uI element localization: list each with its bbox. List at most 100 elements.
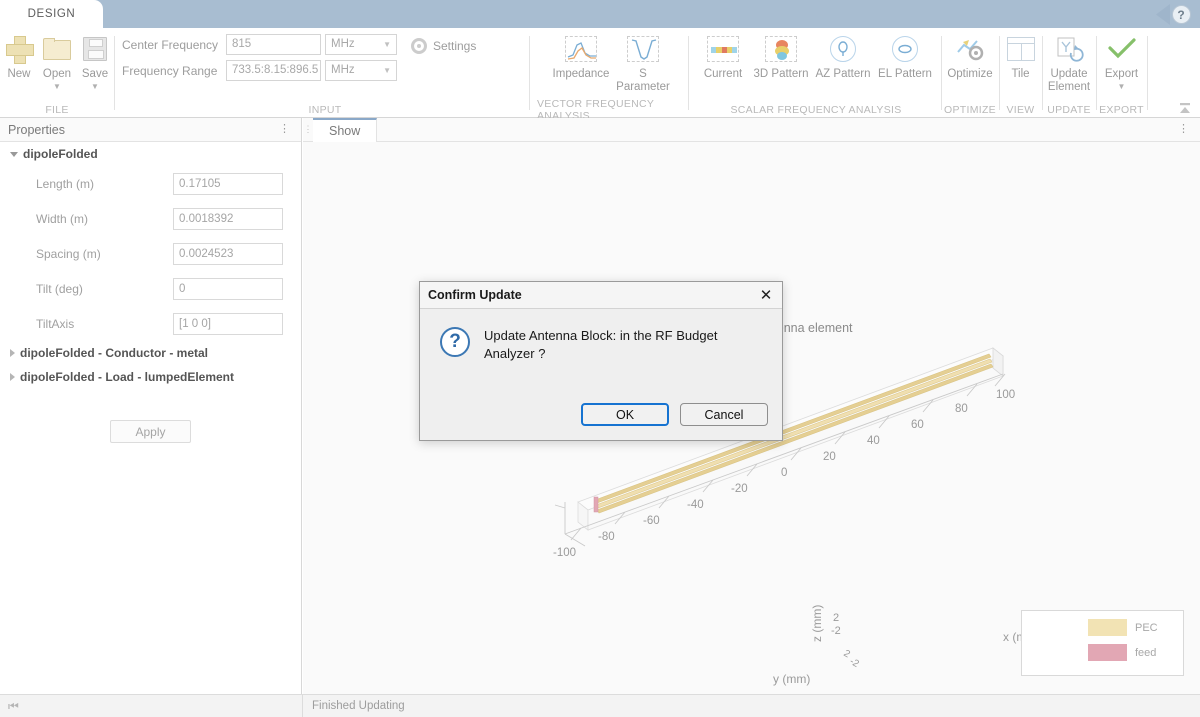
tile-layout-icon — [1006, 32, 1035, 66]
chevron-down-icon: ▼ — [53, 82, 61, 91]
collapse-ribbon-icon[interactable] — [1178, 101, 1192, 115]
legend-swatch-feed — [1088, 644, 1127, 661]
pattern-3d-button-label: 3D Pattern — [753, 68, 809, 80]
ok-button-label: OK — [615, 407, 635, 422]
svg-text:-20: -20 — [731, 483, 748, 495]
elevation-pattern-icon — [892, 32, 918, 66]
ok-button[interactable]: OK — [581, 403, 669, 426]
vertical-dots-icon[interactable]: ⋮ — [1178, 122, 1190, 137]
open-button-label: Open — [42, 68, 72, 80]
impedance-button[interactable]: Impedance — [550, 32, 612, 81]
ribbon-group-file: New Open ▼ Save ▼ FILE — [0, 28, 114, 118]
spacing-input[interactable]: 0.0024523 — [173, 242, 283, 265]
save-button[interactable]: Save ▼ — [76, 32, 114, 91]
svg-text:60: 60 — [911, 419, 924, 431]
legend-swatch-pec — [1088, 619, 1127, 636]
export-button-label: Export — [1104, 68, 1139, 80]
pattern-3d-button[interactable]: 3D Pattern — [750, 32, 812, 81]
tilt-input[interactable]: 0 — [173, 277, 283, 300]
drag-grip-icon[interactable]: ⋮ — [303, 118, 313, 142]
vertical-dots-icon[interactable]: ⋮ — [279, 122, 291, 137]
ribbon-group-input: Center Frequency 815 MHz ▼ Frequency Ran… — [122, 28, 528, 118]
ribbon-toolbar: New Open ▼ Save ▼ FILE Center Frequency … — [0, 28, 1200, 122]
svg-text:-2: -2 — [848, 656, 862, 670]
current-button[interactable]: Current — [696, 32, 750, 81]
ribbon-group-file-label: FILE — [45, 104, 69, 116]
apply-button[interactable]: Apply — [110, 420, 191, 443]
s-parameter-button-label: S Parameter — [616, 68, 670, 93]
az-pattern-button[interactable]: AZ Pattern — [812, 32, 874, 81]
frequency-range-unit-label: MHz — [331, 64, 355, 76]
tree-node-load[interactable]: dipoleFolded - Load - lumpedElement — [0, 365, 301, 389]
width-label: Width (m) — [36, 211, 88, 226]
chevron-right-icon — [10, 373, 15, 381]
ribbon-group-export-label: EXPORT — [1099, 104, 1144, 116]
new-button-label: New — [7, 68, 31, 80]
tree-node-dipolefolded[interactable]: dipoleFolded — [0, 142, 301, 166]
properties-panel: Properties ⋮ dipoleFolded Length (m) 0.1… — [0, 118, 302, 694]
frequency-range-label: Frequency Range — [122, 63, 218, 78]
dialog-buttons: OK Cancel — [581, 403, 768, 426]
tab-design[interactable]: DESIGN — [0, 0, 103, 28]
plot-legend: PEC feed — [1021, 610, 1184, 676]
center-frequency-unit-label: MHz — [331, 38, 355, 50]
azimuth-pattern-icon — [830, 32, 856, 66]
svg-text:100: 100 — [996, 389, 1015, 401]
cancel-button-label: Cancel — [704, 407, 744, 422]
ribbon-separator — [688, 36, 689, 110]
update-element-button[interactable]: Update Element — [1043, 32, 1095, 94]
frequency-range-input[interactable]: 733.5:8.15:896.5 — [226, 60, 321, 81]
help-question-icon: ? — [1171, 5, 1191, 24]
tile-button-label: Tile — [1011, 68, 1030, 80]
tree-node-conductor[interactable]: dipoleFolded - Conductor - metal — [0, 341, 301, 365]
s-parameter-button[interactable]: S Parameter — [612, 32, 674, 94]
tiltaxis-input[interactable]: [1 0 0] — [173, 312, 283, 335]
floppy-disk-icon — [83, 32, 107, 66]
update-element-button-label: Update Element — [1047, 68, 1091, 93]
tile-button[interactable]: Tile — [1000, 32, 1041, 81]
tab-show[interactable]: Show — [313, 117, 378, 142]
property-row-spacing: Spacing (m) 0.0024523 — [0, 236, 301, 271]
ribbon-group-optimize-label: OPTIMIZE — [944, 104, 996, 116]
cancel-button[interactable]: Cancel — [680, 403, 768, 426]
impedance-button-label: Impedance — [552, 68, 610, 80]
close-x-icon[interactable]: ✕ — [757, 286, 775, 304]
settings-button[interactable]: Settings — [411, 38, 476, 54]
length-input[interactable]: 0.17105 — [173, 172, 283, 195]
dialog-message: Update Antenna Block: in the RF Budget A… — [484, 328, 718, 361]
jump-to-start-icon[interactable]: ⏮ — [8, 699, 19, 714]
length-label: Length (m) — [36, 176, 95, 191]
svg-text:-80: -80 — [598, 531, 615, 543]
ribbon-group-update: Update Element UPDATE — [1043, 28, 1095, 118]
y-tick-labels: 2 -2 — [842, 648, 862, 670]
svg-text:-60: -60 — [643, 515, 660, 527]
width-input[interactable]: 0.0018392 — [173, 207, 283, 230]
y-axis-label: y (mm) — [773, 672, 810, 686]
legend-item-pec: PEC — [1088, 619, 1183, 636]
help-button[interactable]: ? — [1170, 4, 1192, 25]
question-mark-icon: ? — [440, 327, 470, 357]
tilt-label: Tilt (deg) — [36, 281, 83, 296]
plus-icon — [6, 32, 34, 66]
tree-node-conductor-label: dipoleFolded - Conductor - metal — [20, 346, 208, 360]
ribbon-group-optimize: Optimize OPTIMIZE — [942, 28, 998, 118]
center-frequency-input[interactable]: 815 — [226, 34, 321, 55]
save-button-label: Save — [81, 68, 109, 80]
frequency-range-unit-select[interactable]: MHz ▼ — [325, 60, 397, 81]
el-pattern-button[interactable]: EL Pattern — [874, 32, 936, 81]
impedance-plot-icon — [565, 32, 597, 66]
dialog-titlebar: Confirm Update ✕ — [420, 282, 782, 309]
ribbon-group-update-label: UPDATE — [1047, 104, 1091, 116]
properties-header: Properties ⋮ — [0, 118, 301, 142]
chevron-down-icon: ▼ — [383, 40, 391, 49]
center-frequency-unit-select[interactable]: MHz ▼ — [325, 34, 397, 55]
antenna-designer-window: DESIGN ? New Open ▼ Save ▼ FILE Center F… — [0, 0, 1200, 717]
az-pattern-button-label: AZ Pattern — [815, 68, 871, 80]
frequency-range-row: Frequency Range 733.5:8.15:896.5 MHz ▼ — [122, 60, 397, 81]
open-button[interactable]: Open ▼ — [38, 32, 76, 91]
tiltaxis-label: TiltAxis — [36, 316, 75, 331]
optimize-button[interactable]: Optimize — [943, 32, 997, 81]
svg-text:40: 40 — [867, 435, 880, 447]
export-button[interactable]: Export ▼ — [1097, 32, 1146, 91]
new-button[interactable]: New — [0, 32, 38, 81]
